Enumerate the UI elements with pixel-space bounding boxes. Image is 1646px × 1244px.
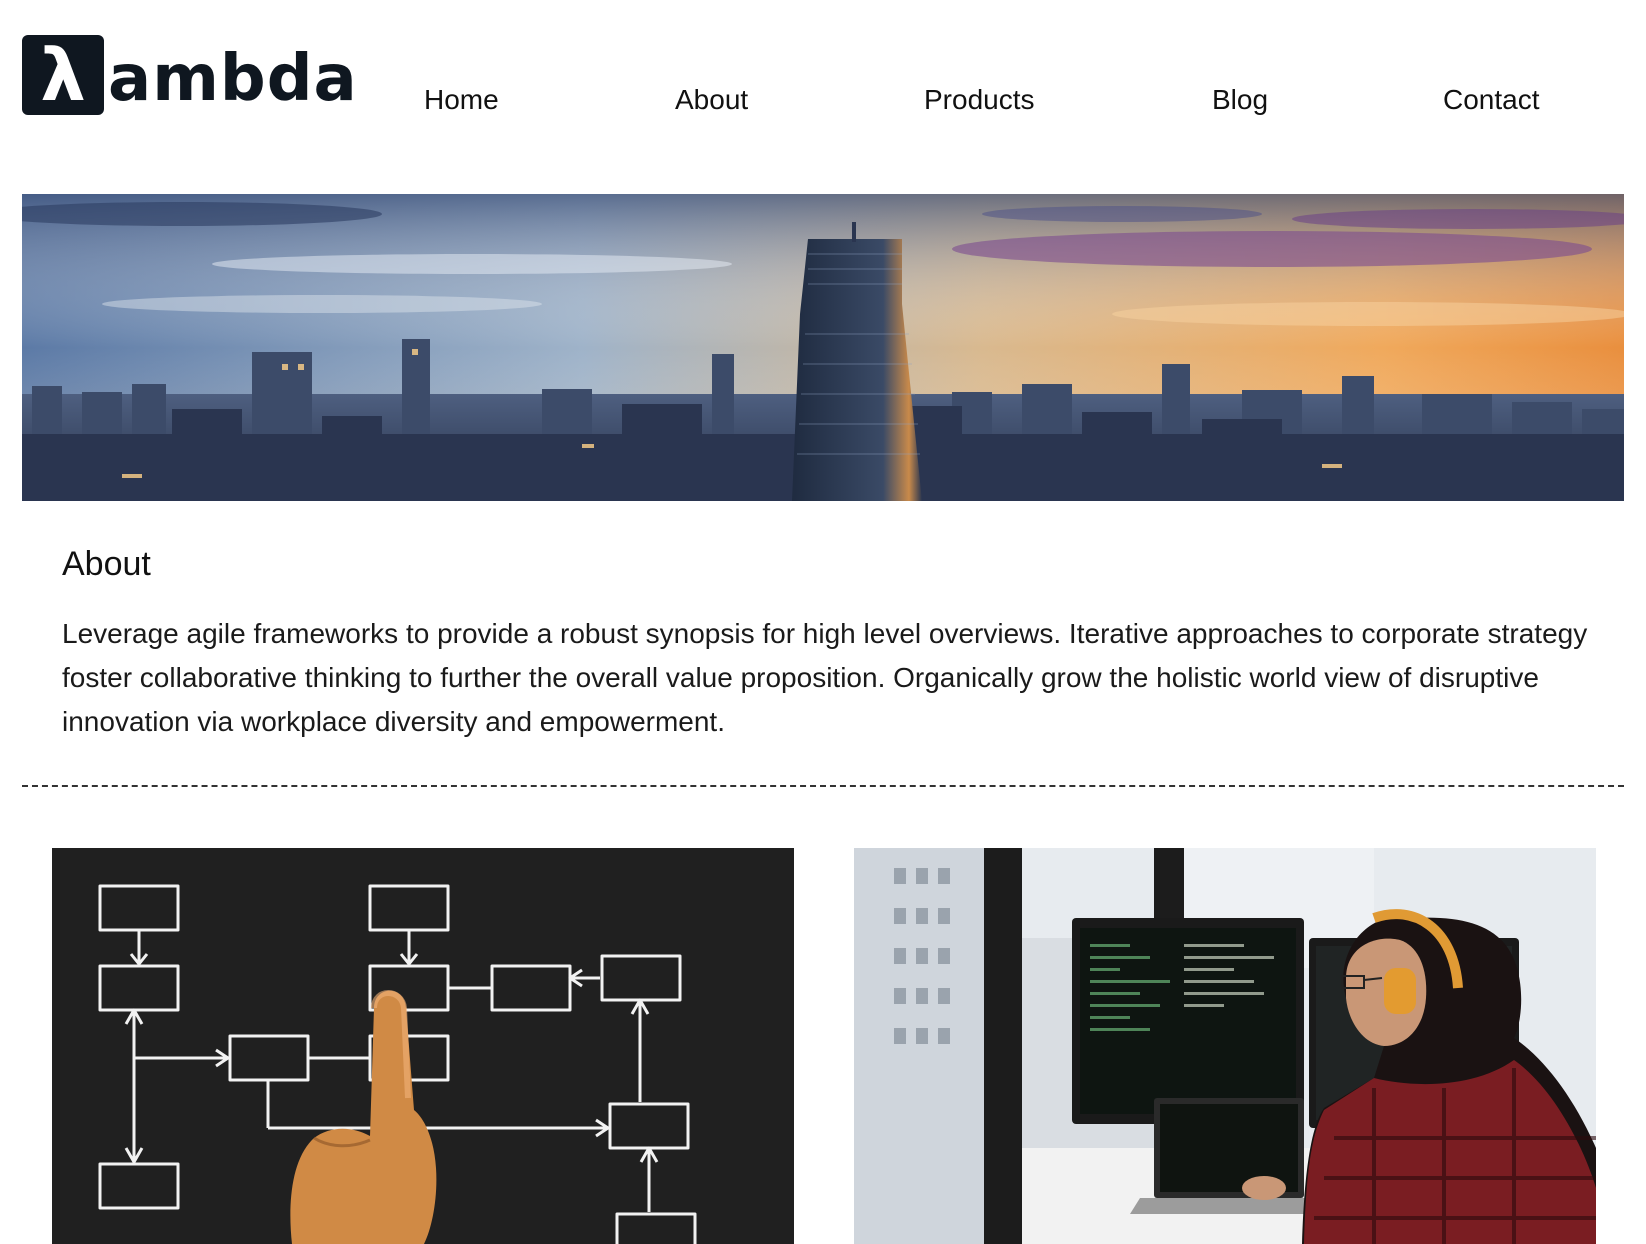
nav-products[interactable]: Products	[924, 84, 1035, 116]
site-header: λ ambda Home About Products Blog Contact	[0, 0, 1646, 190]
section-divider	[22, 785, 1624, 787]
nav-home[interactable]: Home	[424, 84, 499, 116]
flowchart-illustration	[52, 848, 794, 1244]
about-body: Leverage agile frameworks to provide a r…	[62, 618, 1588, 737]
brand-logo[interactable]: λ ambda	[22, 34, 358, 116]
flowchart-image	[52, 848, 794, 1244]
developer-illustration	[854, 848, 1596, 1244]
logo-text: ambda	[108, 42, 358, 116]
about-title: About	[62, 545, 151, 583]
nav-contact[interactable]: Contact	[1443, 84, 1540, 116]
hero-image	[22, 194, 1624, 501]
developer-image	[854, 848, 1596, 1244]
nav-blog[interactable]: Blog	[1212, 84, 1268, 116]
lambda-icon: λ	[22, 35, 104, 115]
nav-about[interactable]: About	[675, 84, 748, 116]
skyline-illustration	[22, 194, 1624, 501]
